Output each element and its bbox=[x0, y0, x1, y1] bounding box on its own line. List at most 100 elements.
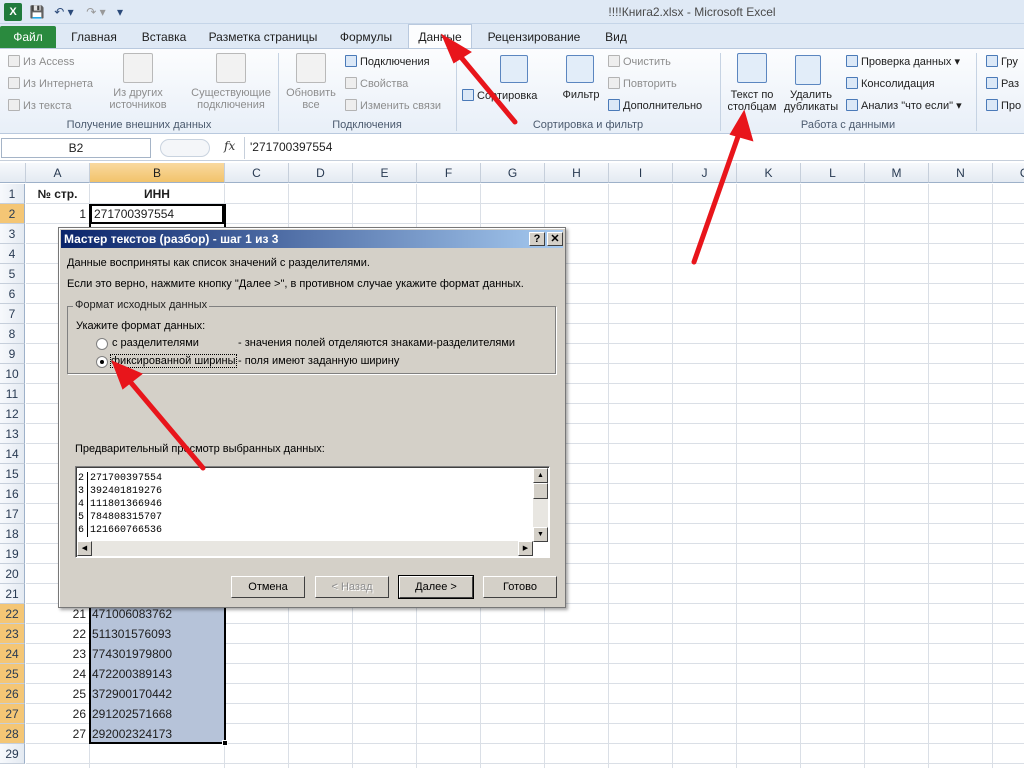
cell-a27[interactable]: 26 bbox=[26, 704, 89, 724]
reapply-button[interactable]: Повторить bbox=[608, 77, 677, 90]
select-all-corner[interactable] bbox=[0, 163, 26, 183]
column-header-k[interactable]: K bbox=[737, 163, 801, 183]
column-header-d[interactable]: D bbox=[289, 163, 353, 183]
tab-view[interactable]: Вид bbox=[596, 26, 636, 48]
row-header-4[interactable]: 4 bbox=[0, 244, 25, 264]
from-other-sources-button[interactable]: Из других источников bbox=[100, 87, 176, 111]
row-header-1[interactable]: 1 bbox=[0, 184, 25, 204]
cell-a24[interactable]: 23 bbox=[26, 644, 89, 664]
column-header-m[interactable]: M bbox=[865, 163, 929, 183]
row-header-12[interactable]: 12 bbox=[0, 404, 25, 424]
dialog-title-bar[interactable]: Мастер текстов (разбор) - шаг 1 из 3 bbox=[61, 230, 563, 248]
row-header-9[interactable]: 9 bbox=[0, 344, 25, 364]
tab-insert[interactable]: Вставка bbox=[132, 26, 196, 48]
column-header-e[interactable]: E bbox=[353, 163, 417, 183]
cell-b1[interactable]: ИНН bbox=[90, 184, 224, 204]
cell-b25[interactable]: 472200389143 bbox=[90, 664, 224, 684]
row-header-21[interactable]: 21 bbox=[0, 584, 25, 604]
cell-a28[interactable]: 27 bbox=[26, 724, 89, 744]
column-header-a[interactable]: A bbox=[26, 163, 90, 183]
properties-button[interactable]: Свойства bbox=[345, 77, 408, 90]
cell-b27[interactable]: 291202571668 bbox=[90, 704, 224, 724]
column-header-b[interactable]: B bbox=[90, 163, 225, 183]
tab-review[interactable]: Рецензирование bbox=[478, 26, 590, 48]
scroll-right-icon[interactable]: ▶ bbox=[518, 541, 533, 556]
row-header-26[interactable]: 26 bbox=[0, 684, 25, 704]
tab-data[interactable]: Данные bbox=[408, 24, 472, 49]
what-if-button[interactable]: Анализ "что если" ▾ bbox=[846, 99, 962, 112]
cell-b23[interactable]: 511301576093 bbox=[90, 624, 224, 644]
column-header-l[interactable]: L bbox=[801, 163, 865, 183]
preview-vertical-scrollbar[interactable]: ▲ ▼ bbox=[533, 468, 548, 542]
group-button[interactable]: Гру bbox=[986, 55, 1018, 68]
close-icon[interactable]: ✕ bbox=[547, 232, 563, 246]
row-header-17[interactable]: 17 bbox=[0, 504, 25, 524]
row-header-3[interactable]: 3 bbox=[0, 224, 25, 244]
tab-page-layout[interactable]: Разметка страницы bbox=[202, 26, 324, 48]
from-text-button[interactable]: Из текста bbox=[8, 99, 72, 112]
cell-a23[interactable]: 22 bbox=[26, 624, 89, 644]
radio-fixed-width[interactable] bbox=[96, 356, 108, 368]
cell-a1[interactable]: № стр. bbox=[26, 184, 89, 204]
row-header-2[interactable]: 2 bbox=[0, 204, 25, 224]
cell-b24[interactable]: 774301979800 bbox=[90, 644, 224, 664]
sort-dialog-icon[interactable] bbox=[500, 55, 528, 83]
radio-delimited[interactable] bbox=[96, 338, 108, 350]
row-header-22[interactable]: 22 bbox=[0, 604, 25, 624]
row-header-15[interactable]: 15 bbox=[0, 464, 25, 484]
column-header-f[interactable]: F bbox=[417, 163, 481, 183]
scroll-left-icon[interactable]: ◀ bbox=[77, 541, 92, 556]
column-header-g[interactable]: G bbox=[481, 163, 545, 183]
row-header-27[interactable]: 27 bbox=[0, 704, 25, 724]
cell-b2[interactable]: 271700397554 bbox=[90, 204, 224, 224]
advanced-filter-button[interactable]: Дополнительно bbox=[608, 99, 702, 112]
cancel-button[interactable]: Отмена bbox=[231, 576, 305, 598]
row-header-29[interactable]: 29 bbox=[0, 744, 25, 764]
radio-delimited-label[interactable]: с разделителями bbox=[112, 337, 199, 349]
tab-home[interactable]: Главная bbox=[62, 26, 126, 48]
from-access-button[interactable]: Из Access bbox=[8, 55, 74, 68]
column-header-h[interactable]: H bbox=[545, 163, 609, 183]
cell-a25[interactable]: 24 bbox=[26, 664, 89, 684]
refresh-all-button[interactable]: Обновить все bbox=[282, 87, 340, 111]
row-header-23[interactable]: 23 bbox=[0, 624, 25, 644]
formula-bar-splitter[interactable] bbox=[160, 139, 210, 157]
column-header-n[interactable]: N bbox=[929, 163, 993, 183]
row-header-20[interactable]: 20 bbox=[0, 564, 25, 584]
filter-button[interactable]: Фильтр bbox=[558, 89, 604, 101]
edit-links-button[interactable]: Изменить связи bbox=[345, 99, 441, 112]
clear-button[interactable]: Очистить bbox=[608, 55, 671, 68]
column-header-j[interactable]: J bbox=[673, 163, 737, 183]
tab-formulas[interactable]: Формулы bbox=[330, 26, 402, 48]
row-header-14[interactable]: 14 bbox=[0, 444, 25, 464]
data-validation-button[interactable]: Проверка данных ▾ bbox=[846, 55, 960, 68]
insert-function-icon[interactable]: fx bbox=[224, 139, 235, 153]
subtotal-button[interactable]: Про bbox=[986, 99, 1021, 112]
row-header-18[interactable]: 18 bbox=[0, 524, 25, 544]
row-header-7[interactable]: 7 bbox=[0, 304, 25, 324]
preview-horizontal-scrollbar[interactable]: ◀ ▶ bbox=[77, 541, 533, 556]
formula-input[interactable]: '271700397554 bbox=[250, 140, 332, 154]
existing-connections-button[interactable]: Существующие подключения bbox=[186, 87, 276, 111]
text-to-columns-button[interactable]: Текст по столбцам bbox=[722, 89, 782, 113]
cell-b26[interactable]: 372900170442 bbox=[90, 684, 224, 704]
next-button[interactable]: Далее > bbox=[398, 575, 474, 599]
row-header-13[interactable]: 13 bbox=[0, 424, 25, 444]
row-header-8[interactable]: 8 bbox=[0, 324, 25, 344]
finish-button[interactable]: Готово bbox=[483, 576, 557, 598]
radio-fixed-width-label[interactable]: фиксированной ширины bbox=[110, 354, 237, 368]
scroll-thumb[interactable] bbox=[533, 483, 548, 499]
row-header-10[interactable]: 10 bbox=[0, 364, 25, 384]
scroll-up-icon[interactable]: ▲ bbox=[533, 468, 548, 483]
row-header-25[interactable]: 25 bbox=[0, 664, 25, 684]
from-web-button[interactable]: Из Интернета bbox=[8, 77, 93, 90]
help-icon[interactable]: ? bbox=[529, 232, 545, 246]
row-header-28[interactable]: 28 bbox=[0, 724, 25, 744]
ungroup-button[interactable]: Раз bbox=[986, 77, 1019, 90]
column-header-o[interactable]: O bbox=[993, 163, 1024, 183]
column-header-i[interactable]: I bbox=[609, 163, 673, 183]
column-header-c[interactable]: C bbox=[225, 163, 289, 183]
remove-duplicates-button[interactable]: Удалить дубликаты bbox=[782, 89, 840, 113]
row-header-5[interactable]: 5 bbox=[0, 264, 25, 284]
row-header-24[interactable]: 24 bbox=[0, 644, 25, 664]
